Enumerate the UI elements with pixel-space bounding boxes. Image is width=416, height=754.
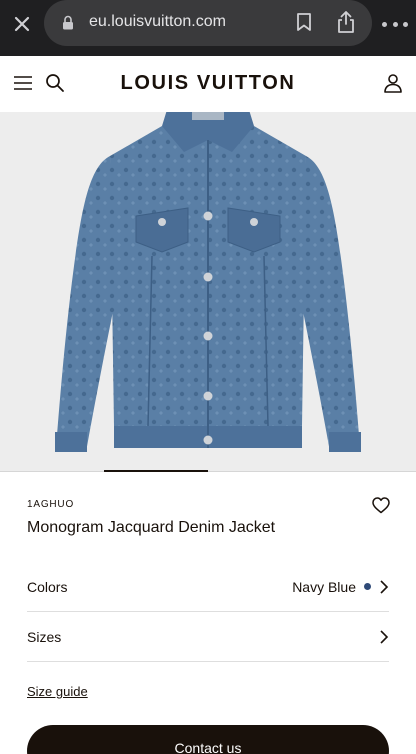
denim-jacket-image xyxy=(55,100,361,452)
product-image-gallery[interactable] xyxy=(0,56,416,472)
browser-toolbar: eu.louisvuitton.com xyxy=(0,0,416,56)
sizes-label: Sizes xyxy=(27,628,62,645)
gallery-progress-indicator xyxy=(104,470,208,472)
close-icon[interactable] xyxy=(10,12,34,36)
url-text[interactable]: eu.louisvuitton.com xyxy=(89,13,226,31)
color-swatch xyxy=(364,583,371,590)
product-sku: 1AGHUO xyxy=(27,499,75,510)
sizes-selector[interactable]: Sizes xyxy=(27,612,389,662)
colors-selector[interactable]: Colors Navy Blue xyxy=(27,562,389,612)
site-header: LOUIS VUITTON xyxy=(0,56,416,112)
product-title: Monogram Jacquard Denim Jacket xyxy=(27,519,276,536)
gallery-progress-track xyxy=(0,471,416,472)
more-icon[interactable] xyxy=(382,14,408,34)
selected-color-name: Navy Blue xyxy=(292,578,356,595)
lock-icon xyxy=(63,15,73,30)
colors-label: Colors xyxy=(27,578,68,595)
size-guide-link[interactable]: Size guide xyxy=(27,684,88,699)
brand-logo[interactable]: LOUIS VUITTON xyxy=(0,72,416,95)
account-icon[interactable] xyxy=(383,73,403,93)
contact-us-button[interactable]: Contact us xyxy=(27,725,389,754)
share-icon[interactable] xyxy=(336,10,356,34)
chevron-right-icon xyxy=(380,579,389,594)
bookmark-icon[interactable] xyxy=(295,12,313,32)
heart-icon[interactable] xyxy=(372,497,390,514)
chevron-right-icon xyxy=(380,629,389,644)
address-bar[interactable]: eu.louisvuitton.com xyxy=(44,0,372,46)
